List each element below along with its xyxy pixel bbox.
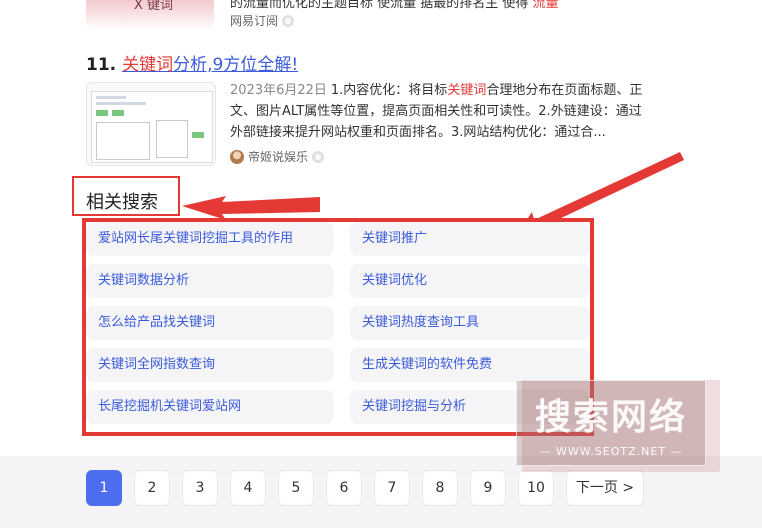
- next-page-button[interactable]: 下一页 >: [566, 470, 644, 506]
- page-button-7[interactable]: 7: [374, 470, 410, 506]
- watermark-url: — WWW.SEOTZ.NET —: [539, 445, 683, 458]
- related-item[interactable]: 关键词推广: [350, 222, 590, 256]
- page-button-10[interactable]: 10: [518, 470, 554, 506]
- related-item[interactable]: 怎么给产品找关键词: [86, 306, 334, 340]
- related-item[interactable]: 关键词数据分析: [86, 264, 334, 298]
- related-item[interactable]: 关键词热度查询工具: [350, 306, 590, 340]
- page-button-8[interactable]: 8: [422, 470, 458, 506]
- related-item[interactable]: 关键词优化: [350, 264, 590, 298]
- related-item[interactable]: 生成关键词的软件免费: [350, 348, 590, 382]
- page-button-6[interactable]: 6: [326, 470, 362, 506]
- related-item[interactable]: 爱站网长尾关键词挖掘工具的作用: [86, 222, 334, 256]
- watermark-text: 搜索网络: [534, 397, 687, 438]
- page-button-3[interactable]: 3: [182, 470, 218, 506]
- page-button-2[interactable]: 2: [134, 470, 170, 506]
- page-button-1[interactable]: 1: [86, 470, 122, 506]
- related-item[interactable]: 关键词全网指数查询: [86, 348, 334, 382]
- related-item[interactable]: 长尾挖掘机关键词爱站网: [86, 390, 334, 424]
- page-button-5[interactable]: 5: [278, 470, 314, 506]
- arrow-left-icon: [182, 196, 320, 220]
- page-button-9[interactable]: 9: [470, 470, 506, 506]
- page-button-4[interactable]: 4: [230, 470, 266, 506]
- watermark-url-text: WWW.SEOTZ.NET: [555, 445, 667, 458]
